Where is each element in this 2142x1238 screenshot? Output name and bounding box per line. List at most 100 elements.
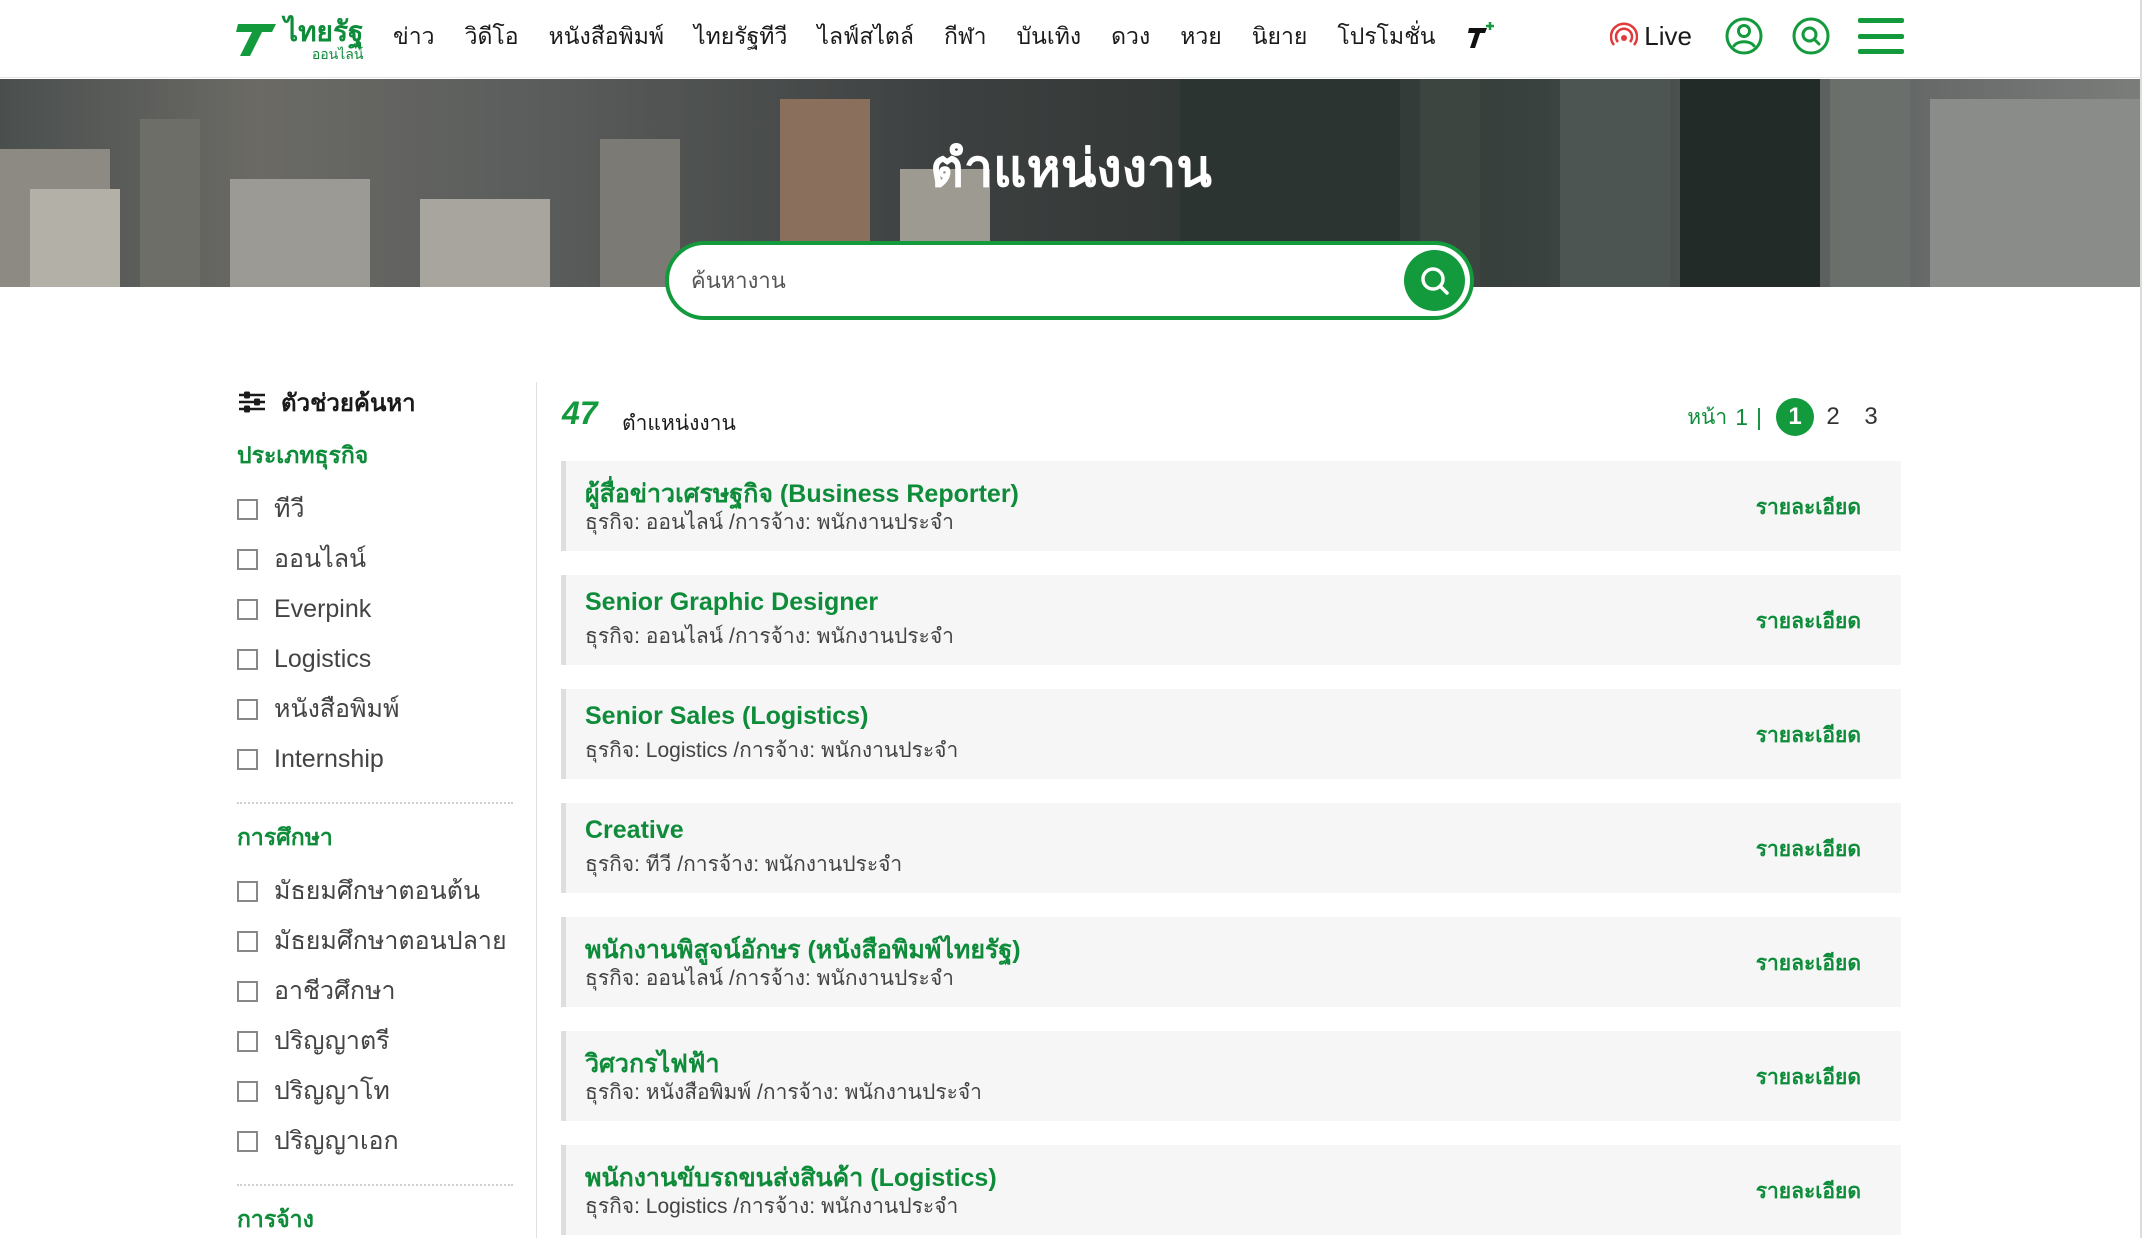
user-icon <box>1725 17 1763 55</box>
job-list: ผู้สื่อข่าวเศรษฐกิจ (Business Reporter) … <box>561 461 1901 1238</box>
nav-item-thairath-tv[interactable]: ไทยรัฐทีวี <box>694 20 787 52</box>
pager-separator: | <box>1756 403 1762 430</box>
job-card[interactable]: Creative ธุรกิจ: ทีวี /การจ้าง: พนักงานป… <box>561 803 1901 893</box>
page-label: หน้า <box>1687 405 1728 429</box>
job-count-label: ตำแหน่งงาน <box>622 412 736 435</box>
job-detail-link[interactable]: รายละเอียด <box>1756 1061 1861 1094</box>
job-meta: ธุรกิจ: Logistics /การจ้าง: พนักงานประจำ <box>585 1195 959 1218</box>
nav-item-promotion[interactable]: โปรโมชั่น <box>1337 20 1435 52</box>
header-search-button[interactable] <box>1791 16 1831 56</box>
thairath-logo-icon <box>236 24 276 56</box>
job-meta: ธุรกิจ: Logistics /การจ้าง: พนักงานประจำ <box>585 739 959 762</box>
checkbox[interactable] <box>237 1130 258 1152</box>
job-detail-link[interactable]: รายละเอียด <box>1756 605 1861 638</box>
job-detail-link[interactable]: รายละเอียด <box>1756 1175 1861 1208</box>
job-meta: ธุรกิจ: หนังสือพิมพ์ /การจ้าง: พนักงานปร… <box>585 1081 982 1104</box>
job-meta: ธุรกิจ: ทีวี /การจ้าง: พนักงานประจำ <box>585 853 903 876</box>
job-card[interactable]: Senior Graphic Designer ธุรกิจ: ออนไลน์ … <box>561 575 1901 665</box>
education-title: การศึกษา <box>237 824 333 850</box>
page-button-1[interactable]: 1 <box>1776 398 1814 436</box>
filter-business-logistics[interactable]: Logistics <box>237 634 513 684</box>
job-search-button[interactable] <box>1404 250 1465 311</box>
page-button-3[interactable]: 3 <box>1852 398 1890 436</box>
sidebar-divider <box>237 1184 513 1186</box>
live-label: Live <box>1644 20 1692 51</box>
business-type-title: ประเภทธุรกิจ <box>237 442 369 468</box>
nav-item-lottery[interactable]: หวย <box>1180 20 1222 52</box>
checkbox[interactable] <box>237 498 258 520</box>
filter-heading-label: ตัวช่วยค้นหา <box>281 389 416 417</box>
filter-education-vocational[interactable]: อาชีวศึกษา <box>237 966 513 1016</box>
job-search-input[interactable] <box>691 245 1371 316</box>
job-detail-link[interactable]: รายละเอียด <box>1756 947 1861 980</box>
filter-education-bachelor[interactable]: ปริญญาตรี <box>237 1016 513 1066</box>
checkbox[interactable] <box>237 880 258 902</box>
nav-item-lifestyle[interactable]: ไลฟ์สไตล์ <box>817 20 914 52</box>
job-card[interactable]: ผู้สื่อข่าวเศรษฐกิจ (Business Reporter) … <box>561 461 1901 551</box>
filter-education-master[interactable]: ปริญญาโท <box>237 1066 513 1116</box>
search-icon <box>1420 266 1449 295</box>
thairath-logo[interactable]: ไทยรัฐ ออนไลน์ <box>234 14 364 64</box>
filter-education-upper-secondary[interactable]: มัธยมศึกษาตอนปลาย <box>237 916 513 966</box>
filter-business-everpink[interactable]: Everpink <box>237 584 513 634</box>
hamburger-menu-icon[interactable] <box>1858 18 1904 54</box>
job-meta: ธุรกิจ: ออนไลน์ /การจ้าง: พนักงานประจำ <box>585 511 954 534</box>
live-button[interactable]: Live <box>1610 21 1692 52</box>
main-nav: ข่าว วิดีโอ หนังสือพิมพ์ ไทยรัฐทีวี ไลฟ์… <box>393 20 1498 52</box>
job-search-box <box>665 241 1474 320</box>
logo-main-text: ไทยรัฐ <box>284 15 364 47</box>
sidebar-separator <box>536 382 537 1238</box>
logo-sub-text: ออนไลน์ <box>311 45 364 62</box>
filter-business-internship[interactable]: Internship <box>237 734 513 784</box>
filter-business-newspaper[interactable]: หนังสือพิมพ์ <box>237 684 513 734</box>
job-card[interactable]: พนักงานพิสูจน์อักษร (หนังสือพิมพ์ไทยรัฐ)… <box>561 917 1901 1007</box>
nav-item-entertainment[interactable]: บันเทิง <box>1017 20 1082 52</box>
checkbox[interactable] <box>237 748 258 770</box>
search-icon <box>1792 17 1830 55</box>
sidebar-divider <box>237 802 513 804</box>
page-title: ตำแหน่งงาน <box>930 140 1212 198</box>
nav-item-sport[interactable]: กีฬา <box>944 20 987 52</box>
job-title[interactable]: Senior Sales (Logistics) <box>585 702 868 731</box>
job-title[interactable]: Creative <box>585 816 684 845</box>
job-detail-link[interactable]: รายละเอียด <box>1756 491 1861 524</box>
checkbox[interactable] <box>237 1080 258 1102</box>
search-filter-sidebar: ตัวช่วยค้นหา ประเภทธุรกิจ ทีวี ออนไลน์ E… <box>237 380 513 1238</box>
job-meta: ธุรกิจ: ออนไลน์ /การจ้าง: พนักงานประจำ <box>585 625 954 648</box>
checkbox[interactable] <box>237 598 258 620</box>
live-broadcast-icon <box>1610 22 1639 46</box>
site-header: ไทยรัฐ ออนไลน์ ข่าว วิดีโอ หนังสือพิมพ์ … <box>0 0 2142 78</box>
filter-education-lower-secondary[interactable]: มัธยมศึกษาตอนต้น <box>237 866 513 916</box>
job-count: 47 <box>562 395 598 431</box>
job-detail-link[interactable]: รายละเอียด <box>1756 719 1861 752</box>
nav-item-horoscope[interactable]: ดวง <box>1111 20 1150 52</box>
job-title[interactable]: Senior Graphic Designer <box>585 588 878 617</box>
pagination: หน้า 1 | 1 2 3 <box>1687 398 1890 436</box>
nav-item-newspaper[interactable]: หนังสือพิมพ์ <box>549 20 664 52</box>
filter-sliders-icon <box>239 391 265 413</box>
nav-item-news[interactable]: ข่าว <box>393 20 435 52</box>
checkbox[interactable] <box>237 548 258 570</box>
job-card[interactable]: วิศวกรไฟฟ้า ธุรกิจ: หนังสือพิมพ์ /การจ้า… <box>561 1031 1901 1121</box>
checkbox[interactable] <box>237 698 258 720</box>
nav-item-video[interactable]: วิดีโอ <box>465 20 519 52</box>
filter-business-online[interactable]: ออนไลน์ <box>237 534 513 584</box>
employment-type-title: การจ้าง <box>237 1206 314 1232</box>
page-button-2[interactable]: 2 <box>1814 398 1852 436</box>
results-header: 47 ตำแหน่งงาน หน้า 1 | 1 2 3 <box>562 395 1900 436</box>
current-page-number: 1 <box>1735 403 1749 430</box>
job-card[interactable]: พนักงานขับรถขนส่งสินค้า (Logistics) ธุรก… <box>561 1145 1901 1235</box>
filter-heading: ตัวช่วยค้นหา <box>237 380 513 424</box>
job-card[interactable]: Senior Sales (Logistics) ธุรกิจ: Logisti… <box>561 689 1901 779</box>
user-account-button[interactable] <box>1724 16 1764 56</box>
checkbox[interactable] <box>237 648 258 670</box>
job-detail-link[interactable]: รายละเอียด <box>1756 833 1861 866</box>
checkbox[interactable] <box>237 930 258 952</box>
checkbox[interactable] <box>237 980 258 1002</box>
thairath-plus-icon[interactable] <box>1466 20 1498 52</box>
checkbox[interactable] <box>237 1030 258 1052</box>
nav-item-novel[interactable]: นิยาย <box>1252 20 1308 52</box>
filter-business-tv[interactable]: ทีวี <box>237 484 513 534</box>
job-meta: ธุรกิจ: ออนไลน์ /การจ้าง: พนักงานประจำ <box>585 967 954 990</box>
filter-education-doctorate[interactable]: ปริญญาเอก <box>237 1116 513 1166</box>
